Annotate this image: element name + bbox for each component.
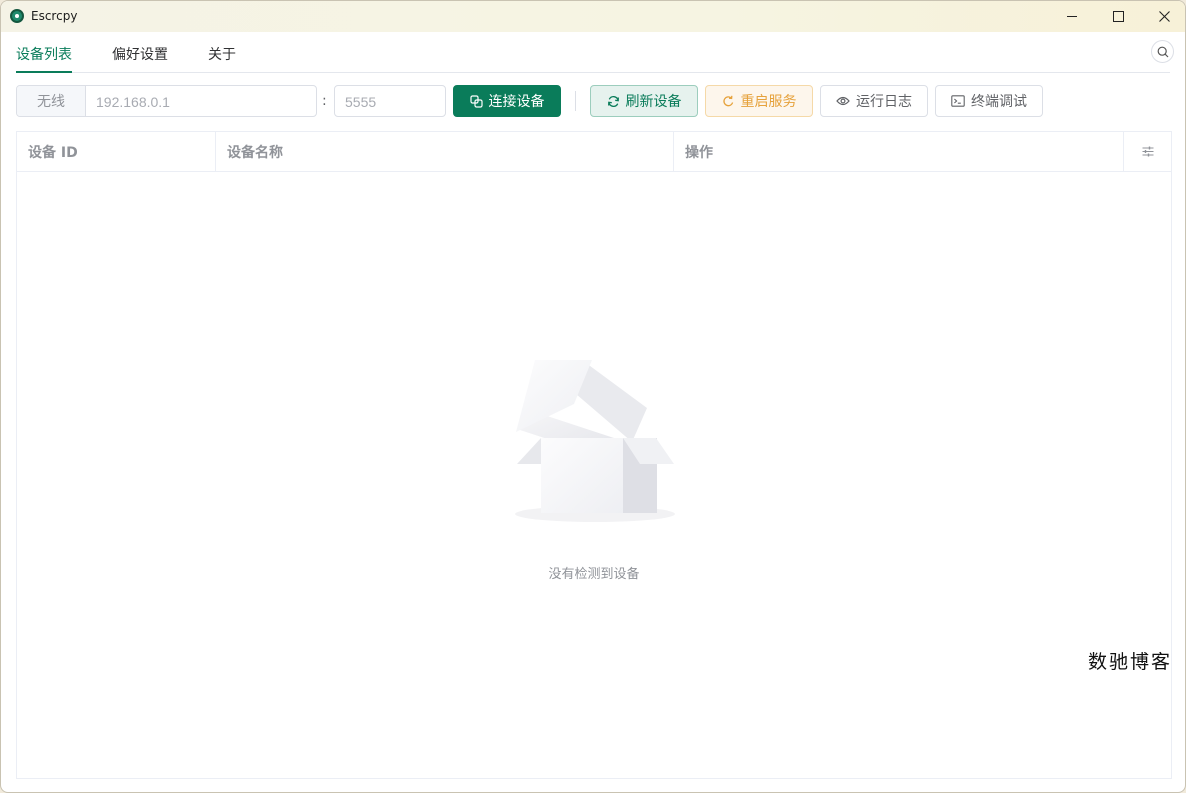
column-actions: 操作 <box>674 132 1124 171</box>
search-button[interactable] <box>1151 40 1174 63</box>
eye-icon <box>836 96 850 106</box>
run-log-button[interactable]: 运行日志 <box>820 85 928 117</box>
search-icon <box>1157 46 1168 57</box>
device-table: 设备 ID 设备名称 操作 没有检测到设备 <box>16 131 1172 779</box>
terminal-debug-label: 终端调试 <box>971 94 1027 110</box>
refresh-devices-button[interactable]: 刷新设备 <box>590 85 698 117</box>
restart-service-button[interactable]: 重启服务 <box>705 85 813 117</box>
restart-icon <box>722 95 733 106</box>
port-field <box>334 85 447 118</box>
empty-state-text: 没有检测到设备 <box>548 567 640 582</box>
minimize-button[interactable] <box>1049 1 1095 32</box>
app-window: Escrcpy 设备列表 偏好设置 关于 无线 : <box>0 0 1186 793</box>
main-tabs: 设备列表 偏好设置 关于 <box>16 32 1174 73</box>
column-settings-button[interactable] <box>1124 132 1171 171</box>
connect-device-label: 连接设备 <box>488 94 545 110</box>
column-device-id: 设备 ID <box>17 132 216 171</box>
window-title: Escrcpy <box>31 9 78 23</box>
minimize-icon <box>1067 16 1077 17</box>
empty-box-illustration <box>515 360 675 522</box>
ip-port-separator: : <box>322 93 327 109</box>
close-icon <box>1158 11 1170 22</box>
terminal-icon <box>951 95 965 107</box>
port-input[interactable] <box>335 86 447 118</box>
restart-service-label: 重启服务 <box>740 94 797 110</box>
tab-about[interactable]: 关于 <box>208 44 236 72</box>
link-icon <box>469 94 483 108</box>
refresh-devices-label: 刷新设备 <box>625 94 682 110</box>
tab-preferences[interactable]: 偏好设置 <box>112 44 168 72</box>
wireless-label: 无线 <box>17 86 86 116</box>
ip-address-input[interactable] <box>86 86 316 116</box>
terminal-debug-button[interactable]: 终端调试 <box>935 85 1043 117</box>
connect-device-button[interactable]: 连接设备 <box>453 85 561 117</box>
app-logo-icon <box>10 9 24 23</box>
sliders-icon <box>1142 146 1153 157</box>
table-header: 设备 ID 设备名称 操作 <box>17 132 1171 172</box>
close-button[interactable] <box>1141 1 1185 32</box>
watermark-text: 数驰博客 <box>1088 651 1173 673</box>
column-device-name: 设备名称 <box>216 132 674 171</box>
maximize-button[interactable] <box>1095 1 1141 32</box>
wireless-ip-group: 无线 <box>16 85 317 117</box>
tab-device-list[interactable]: 设备列表 <box>16 44 72 73</box>
maximize-icon <box>1112 11 1124 22</box>
title-bar: Escrcpy <box>1 1 1185 32</box>
toolbar-divider <box>575 91 576 111</box>
run-log-label: 运行日志 <box>856 94 912 110</box>
refresh-icon <box>607 95 619 107</box>
